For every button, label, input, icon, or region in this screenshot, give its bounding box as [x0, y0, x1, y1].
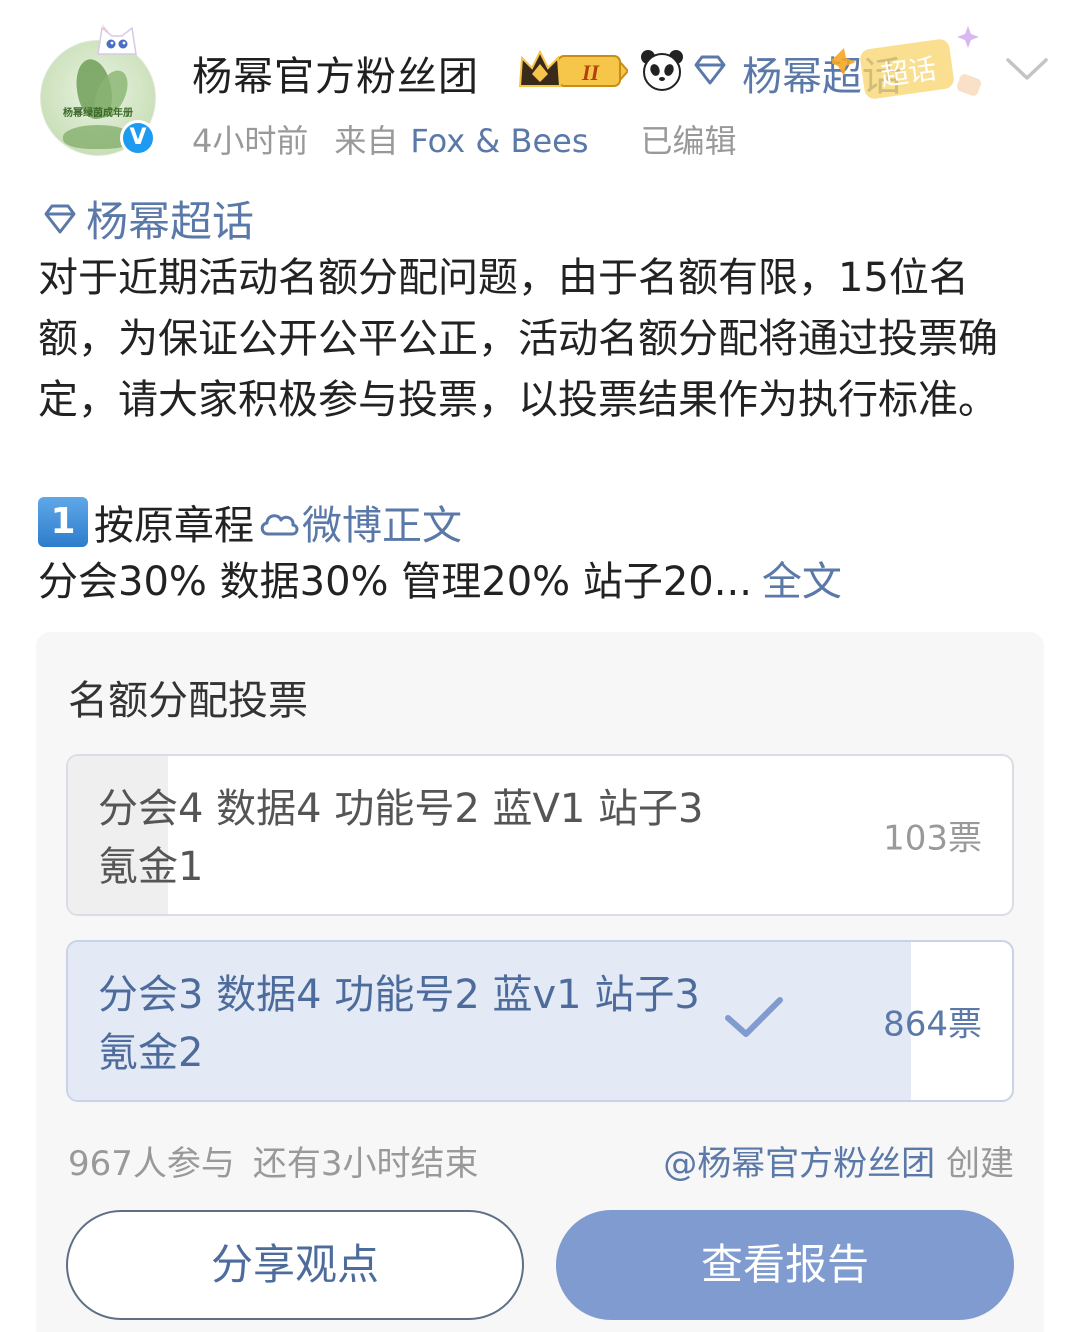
post-time: 4小时前 — [192, 122, 309, 160]
poll-option-votes: 864票 — [883, 1004, 982, 1045]
rule-line: 1 按原章程 微博正文 — [38, 492, 462, 552]
post-body: 对于近期活动名额分配问题，由于名额有限，15位名额，为保证公开公平公正，活动名额… — [38, 255, 998, 423]
poll-remaining-time: 还有3小时结束 — [252, 1144, 479, 1184]
poll-title: 名额分配投票 — [68, 678, 308, 724]
poll-option-votes: 103票 — [883, 818, 982, 859]
poll-option[interactable]: 分会4 数据4 功能号2 蓝V1 站子3 氪金1 103票 — [66, 754, 1014, 916]
diamond-topic-icon — [694, 55, 726, 85]
rule-text: 按原章程 — [94, 503, 254, 549]
poll-created-suffix: 创建 — [946, 1144, 1014, 1184]
edited-label: 已编辑 — [640, 122, 737, 160]
superchat-badge-icon[interactable]: 超话 — [832, 18, 982, 108]
weibo-article-link[interactable]: 微博正文 — [258, 493, 462, 551]
poll-option-label: 分会4 数据4 功能号2 蓝V1 站子3 氪金1 — [98, 786, 704, 890]
percent-line: 分会30% 数据30% 管理20% 站子20... 全文 — [38, 552, 842, 612]
view-report-button[interactable]: 查看报告 — [556, 1210, 1014, 1320]
checkmark-icon — [725, 997, 783, 1037]
read-more-link[interactable]: 全文 — [762, 559, 842, 605]
cloud-link-icon — [260, 514, 299, 536]
verified-badge-icon: V — [120, 120, 156, 156]
post-meta: 4小时前 来自 Fox & Bees 已编辑 — [192, 116, 763, 162]
username[interactable]: 杨幂官方粉丝团 — [192, 44, 479, 102]
source-app-link[interactable]: Fox & Bees — [410, 122, 588, 160]
poll-participants: 967人参与 — [68, 1144, 235, 1184]
weibo-article-link-label: 微博正文 — [302, 503, 462, 549]
cat-mascot-icon — [97, 24, 137, 55]
poll-stats: 967人参与 还有3小时结束 — [68, 1136, 497, 1185]
topic-link-label: 杨幂超话 — [86, 197, 255, 246]
level-badge-text: II — [581, 60, 601, 85]
post-source: 来自 Fox & Bees — [334, 122, 614, 160]
poll-option-selected[interactable]: 分会3 数据4 功能号2 蓝v1 站子3 氪金2 864票 — [66, 940, 1014, 1102]
source-prefix: 来自 — [334, 122, 399, 160]
poll-option-label: 分会3 数据4 功能号2 蓝v1 站子3 氪金2 — [98, 972, 700, 1076]
poll-creator-link[interactable]: @杨幂官方粉丝团 — [663, 1144, 935, 1184]
keycap-number-icon: 1 — [38, 497, 88, 547]
percent-text: 分会30% 数据30% 管理20% 站子20... — [38, 559, 752, 605]
poll-creator: @杨幂官方粉丝团 创建 — [663, 1136, 1014, 1185]
topic-link[interactable]: 杨幂超话 — [38, 188, 254, 249]
fan-level-crown-icon[interactable]: II — [518, 48, 628, 92]
diamond-topic-icon — [44, 204, 76, 233]
chevron-down-icon[interactable] — [1004, 52, 1050, 86]
share-opinion-button[interactable]: 分享观点 — [66, 1210, 524, 1320]
panda-icon — [641, 50, 683, 91]
